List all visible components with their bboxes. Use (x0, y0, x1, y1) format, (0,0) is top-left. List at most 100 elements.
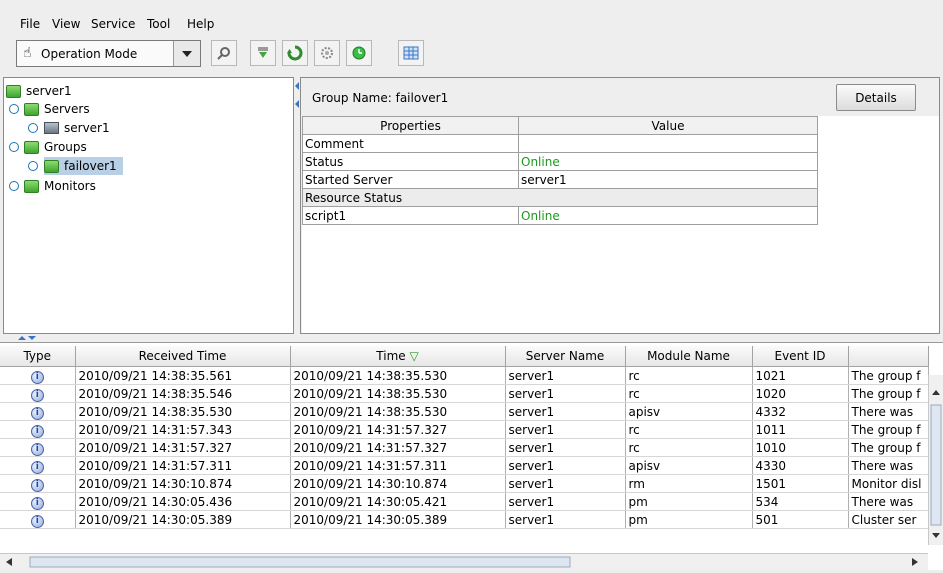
log-row[interactable]: i 2010/09/21 14:31:57.343 2010/09/21 14:31… (0, 420, 929, 439)
received-time-cell: 2010/09/21 14:30:05.436 (75, 492, 291, 511)
log-row[interactable]: i 2010/09/21 14:30:05.436 2010/09/21 14:30… (0, 492, 929, 511)
resource-name: script1 (302, 206, 519, 225)
expand-servers-icon[interactable] (9, 104, 19, 114)
message-cell: The group f (848, 438, 929, 457)
info-icon: i (30, 370, 44, 384)
info-icon: i (30, 478, 44, 492)
module-name-cell: rc (625, 384, 753, 403)
server-name-cell: server1 (505, 420, 626, 439)
log-row[interactable]: i 2010/09/21 14:38:35.546 2010/09/21 14:38… (0, 384, 929, 403)
tree-root[interactable]: server1 (6, 82, 72, 100)
expand-monitors-icon[interactable] (9, 181, 19, 191)
chevron-down-icon[interactable] (173, 41, 200, 66)
server-name-cell: server1 (505, 384, 626, 403)
server-name-cell: server1 (505, 402, 626, 421)
cluster-tree: server1 Servers server1 Groups failover1… (3, 77, 294, 334)
message-cell: There was (848, 492, 929, 511)
info-icon: i (30, 460, 44, 474)
tree-failover1[interactable]: failover1 (44, 157, 123, 175)
time-cell: 2010/09/21 14:31:57.327 (290, 420, 506, 439)
import-icon (258, 47, 268, 58)
tree-monitors[interactable]: Monitors (24, 177, 96, 195)
time-cell: 2010/09/21 14:30:05.421 (290, 492, 506, 511)
search-button[interactable] (211, 40, 237, 66)
menu-service[interactable]: Service (91, 17, 135, 31)
received-time-cell: 2010/09/21 14:31:57.343 (75, 420, 291, 439)
menu-view[interactable]: View (52, 17, 80, 31)
menu-file[interactable]: File (20, 17, 40, 31)
col-event-id[interactable]: Event ID (752, 346, 849, 367)
operation-mode-select[interactable]: ☝ Operation Mode (16, 40, 201, 67)
details-button-label: Details (855, 90, 897, 105)
tree-groups-label: Groups (44, 140, 87, 154)
split-divider[interactable] (0, 334, 943, 342)
message-cell: The group f (848, 420, 929, 439)
col-type[interactable]: Type (0, 346, 76, 367)
group-icon (44, 159, 59, 173)
time-cell: 2010/09/21 14:30:10.874 (290, 474, 506, 493)
horizontal-scrollbar[interactable] (0, 553, 928, 570)
info-icon: i (30, 406, 44, 420)
server-icon (44, 122, 59, 134)
log-row[interactable]: i 2010/09/21 14:38:35.561 2010/09/21 14:38… (0, 366, 929, 385)
log-row[interactable]: i 2010/09/21 14:30:10.874 2010/09/21 14:30… (0, 474, 929, 493)
log-row[interactable]: i 2010/09/21 14:31:57.327 2010/09/21 14:31… (0, 438, 929, 457)
collapse-handle-icon[interactable] (295, 80, 299, 110)
prop-name: Started Server (302, 170, 519, 189)
vertical-scrollbar[interactable] (928, 375, 943, 545)
prop-value: server1 (518, 170, 818, 189)
col-time[interactable]: Time ▽ (290, 346, 506, 367)
col-server-name[interactable]: Server Name (505, 346, 626, 367)
clock-icon (352, 46, 366, 60)
tree-server1[interactable]: server1 (44, 119, 110, 137)
received-time-cell: 2010/09/21 14:31:57.311 (75, 456, 291, 475)
folder-icon (24, 140, 39, 154)
tree-failover1-label: failover1 (64, 159, 117, 173)
type-cell: i (0, 492, 76, 511)
menu-tool[interactable]: Tool (147, 17, 170, 31)
prop-value (518, 134, 818, 153)
col-module-name[interactable]: Module Name (625, 346, 753, 367)
tree-root-label: server1 (26, 84, 72, 98)
type-cell: i (0, 366, 76, 385)
log-row[interactable]: i 2010/09/21 14:31:57.311 2010/09/21 14:31… (0, 456, 929, 475)
refresh-button[interactable] (282, 40, 308, 66)
settings-button[interactable] (314, 40, 340, 66)
type-cell: i (0, 456, 76, 475)
expand-groups-icon[interactable] (9, 142, 19, 152)
message-cell: The group f (848, 366, 929, 385)
tree-groups[interactable]: Groups (24, 138, 87, 156)
received-time-cell: 2010/09/21 14:31:57.327 (75, 438, 291, 457)
tree-servers[interactable]: Servers (24, 100, 90, 118)
log-row[interactable]: i 2010/09/21 14:30:05.389 2010/09/21 14:30… (0, 510, 929, 529)
grid-button[interactable] (398, 40, 424, 66)
module-name-cell: rc (625, 366, 753, 385)
col-message[interactable] (848, 346, 929, 367)
clock-button[interactable] (346, 40, 372, 66)
col-value: Value (518, 116, 818, 135)
col-properties: Properties (302, 116, 519, 135)
tree-servers-label: Servers (44, 102, 90, 116)
module-name-cell: apisv (625, 402, 753, 421)
event-id-cell: 1020 (752, 384, 849, 403)
details-button[interactable]: Details (836, 84, 916, 111)
menu-bar: File View Service Tool Help (0, 0, 943, 34)
gear-icon (321, 47, 333, 59)
menu-help[interactable]: Help (187, 17, 214, 31)
import-button[interactable] (250, 40, 276, 66)
type-cell: i (0, 420, 76, 439)
received-time-cell: 2010/09/21 14:38:35.530 (75, 402, 291, 421)
expand-server-icon[interactable] (28, 123, 38, 133)
cluster-icon (6, 84, 21, 98)
module-name-cell: apisv (625, 456, 753, 475)
section-row: Resource Status (302, 188, 818, 207)
message-cell: The group f (848, 384, 929, 403)
log-row[interactable]: i 2010/09/21 14:38:35.530 2010/09/21 14:38… (0, 402, 929, 421)
message-cell: There was (848, 456, 929, 475)
col-received-time[interactable]: Received Time (75, 346, 291, 367)
module-name-cell: pm (625, 510, 753, 529)
properties-table: Properties Value Comment Status Online S… (302, 116, 818, 225)
message-cell: Cluster ser (848, 510, 929, 529)
info-icon: i (30, 442, 44, 456)
expand-failover-icon[interactable] (28, 161, 38, 171)
